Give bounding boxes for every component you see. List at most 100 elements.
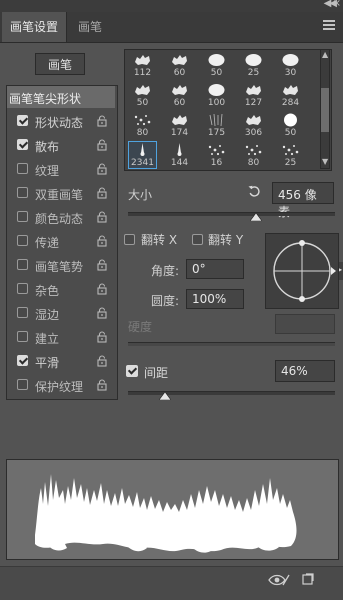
- stroke-preview-image: [35, 474, 297, 553]
- category-row[interactable]: 双重画笔: [7, 182, 115, 204]
- brush-tip-cell[interactable]: 50: [202, 51, 231, 79]
- category-checkbox[interactable]: [17, 163, 28, 174]
- lock-icon[interactable]: [96, 355, 108, 367]
- brush-tip-cell[interactable]: 25: [239, 51, 268, 79]
- category-checkbox[interactable]: [17, 115, 28, 126]
- lock-icon[interactable]: [96, 187, 108, 199]
- reset-icon[interactable]: [248, 185, 261, 198]
- brush-tip-shape: [206, 113, 227, 127]
- category-row[interactable]: 散布: [7, 134, 115, 156]
- tab-bar: 画笔设置 画笔: [0, 12, 343, 43]
- category-label: 双重画笔: [35, 188, 84, 202]
- spacing-input[interactable]: 46%: [275, 360, 335, 382]
- brush-stroke-preview: [6, 459, 339, 560]
- category-row[interactable]: 平滑: [7, 350, 115, 372]
- category-checkbox[interactable]: [17, 139, 28, 150]
- brush-tip-cell[interactable]: 144: [165, 141, 194, 169]
- panel-menu-icon[interactable]: [323, 20, 335, 30]
- category-row[interactable]: 保护纹理: [7, 374, 115, 396]
- category-row[interactable]: 纹理: [7, 158, 115, 180]
- brush-tip-shape: [132, 53, 153, 67]
- brush-tip-cell[interactable]: 306: [239, 111, 268, 139]
- category-row[interactable]: 颜色动态: [7, 206, 115, 228]
- spacing-slider-thumb[interactable]: [159, 392, 172, 400]
- brush-tip-cell[interactable]: 50: [276, 111, 305, 139]
- brush-tip-cell[interactable]: 100: [202, 81, 231, 109]
- category-checkbox[interactable]: [17, 235, 28, 246]
- brush-tip-cell[interactable]: 127: [239, 81, 268, 109]
- brush-tip-cell[interactable]: 284: [276, 81, 305, 109]
- brush-tip-cell[interactable]: 16: [202, 141, 231, 169]
- brush-tip-shape: [243, 113, 264, 127]
- category-row[interactable]: 建立: [7, 326, 115, 348]
- brush-tip-cell[interactable]: 80: [128, 111, 157, 139]
- brush-tip-shape: [132, 113, 153, 127]
- category-checkbox[interactable]: [17, 283, 28, 294]
- lock-icon[interactable]: [96, 283, 108, 295]
- size-slider-thumb[interactable]: [250, 213, 263, 221]
- flip-y-checkbox[interactable]: [192, 234, 203, 245]
- brush-tip-cell[interactable]: 112: [128, 51, 157, 79]
- lock-icon[interactable]: [96, 331, 108, 343]
- eye-icon[interactable]: [268, 573, 290, 587]
- scroll-up-icon[interactable]: ▲: [322, 50, 328, 59]
- brush-tip-cell[interactable]: 2341: [128, 141, 157, 169]
- brush-tip-cell[interactable]: 80: [239, 141, 268, 169]
- lock-icon[interactable]: [96, 211, 108, 223]
- brush-tip-cell[interactable]: 60: [165, 81, 194, 109]
- angle-roundness-widget[interactable]: [265, 233, 339, 309]
- spacing-checkbox[interactable]: [126, 365, 138, 377]
- brush-tip-shape: [280, 53, 301, 67]
- category-checkbox[interactable]: [17, 211, 28, 222]
- lock-icon[interactable]: [96, 379, 108, 391]
- category-checkbox[interactable]: [17, 331, 28, 342]
- category-checkbox[interactable]: [17, 307, 28, 318]
- category-checkbox[interactable]: [17, 379, 28, 390]
- category-row[interactable]: 传递: [7, 230, 115, 252]
- brush-tip-cell[interactable]: 25: [276, 141, 305, 169]
- category-label: 杂色: [35, 284, 60, 298]
- tab-brushes[interactable]: 画笔: [70, 12, 110, 42]
- lock-icon[interactable]: [96, 235, 108, 247]
- category-brush-tip-shape[interactable]: 画笔笔尖形状: [7, 86, 115, 108]
- roundness-input[interactable]: 100%: [186, 289, 244, 309]
- brush-tip-cell[interactable]: 174: [165, 111, 194, 139]
- scroll-down-icon[interactable]: ▼: [322, 157, 328, 166]
- tab-brush-settings[interactable]: 画笔设置: [2, 12, 68, 42]
- brush-tip-size: 50: [136, 98, 149, 108]
- lock-icon[interactable]: [96, 307, 108, 319]
- category-row[interactable]: 杂色: [7, 278, 115, 300]
- category-checkbox[interactable]: [17, 355, 28, 366]
- close-panel-icon[interactable]: ×: [333, 0, 341, 9]
- angle-input[interactable]: 0°: [186, 259, 244, 279]
- brush-presets-button[interactable]: 画笔: [35, 53, 85, 75]
- brush-tip-size: 30: [284, 68, 297, 78]
- brush-tip-cell[interactable]: 175: [202, 111, 231, 139]
- category-checkbox[interactable]: [17, 187, 28, 198]
- hardness-label: 硬度: [128, 320, 153, 334]
- size-input[interactable]: 456 像素: [272, 182, 334, 219]
- brush-tip-cell[interactable]: 30: [276, 51, 305, 79]
- brush-grid-scroll-thumb[interactable]: [321, 88, 329, 132]
- brush-tip-cell[interactable]: 60: [165, 51, 194, 79]
- category-label: 纹理: [35, 164, 60, 178]
- new-brush-icon[interactable]: [302, 573, 314, 585]
- lock-icon[interactable]: [96, 259, 108, 271]
- brush-tip-size: 50: [210, 68, 223, 78]
- category-row[interactable]: 形状动态: [7, 110, 115, 132]
- size-slider[interactable]: [128, 212, 335, 216]
- lock-icon[interactable]: [96, 163, 108, 175]
- category-checkbox[interactable]: [17, 259, 28, 270]
- hardness-slider: [128, 342, 335, 346]
- category-label: 散布: [35, 140, 60, 154]
- category-label: 建立: [35, 332, 60, 346]
- brush-tip-shape: [280, 113, 301, 127]
- category-row[interactable]: 画笔笔势: [7, 254, 115, 276]
- flip-x-checkbox[interactable]: [124, 234, 135, 245]
- lock-icon[interactable]: [96, 139, 108, 151]
- brush-tip-size: 80: [136, 128, 149, 138]
- brush-tip-shape: [206, 53, 227, 67]
- category-row[interactable]: 湿边: [7, 302, 115, 324]
- lock-icon[interactable]: [96, 115, 108, 127]
- brush-tip-cell[interactable]: 50: [128, 81, 157, 109]
